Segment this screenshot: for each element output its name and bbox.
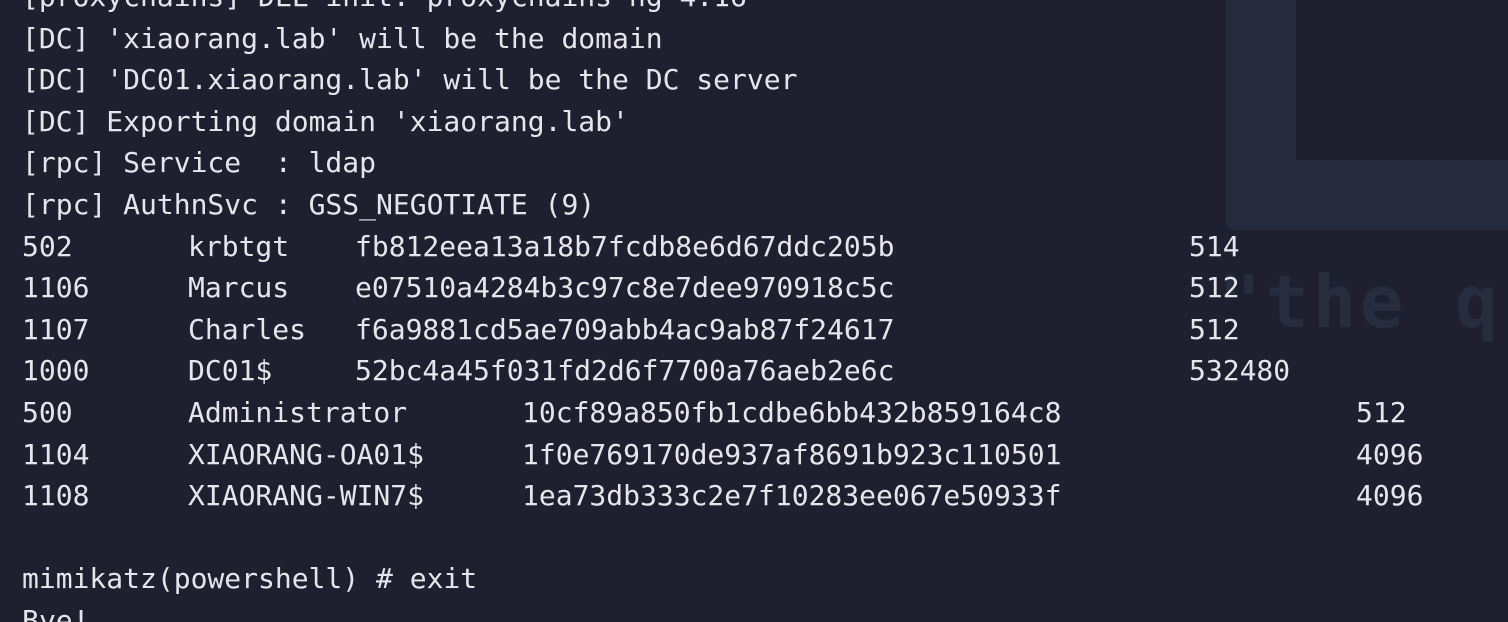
output-line: [DC] 'xiaorang.lab' will be the domain (22, 21, 663, 55)
terminal-output: [proxychains] DLL init: proxychains-ng 4… (22, 0, 1423, 622)
account-rid: 1104 (22, 437, 90, 471)
output-line: [rpc] Service : ldap (22, 146, 377, 180)
watermark-letter-stem (1226, 0, 1296, 230)
account-name: DC01$ (188, 354, 273, 388)
watermark-letter-bar (1226, 160, 1508, 230)
account-rid: 1000 (22, 354, 90, 388)
account-row: 502 krbtgt fb812eea13a18b7fcdb8e6d67ddc2… (22, 226, 1240, 268)
account-row: 1104 XIAORANG-OA01$ 1f0e769170de937af869… (22, 434, 1423, 476)
account-uac: 4096 (1356, 437, 1424, 471)
output-line: Bye! (22, 603, 90, 622)
background-watermark: "the q (1208, 0, 1508, 344)
account-row: 1106 Marcus e07510a4284b3c97c8e7dee97091… (22, 267, 1240, 309)
account-name: Administrator (188, 395, 408, 429)
account-hash: fb812eea13a18b7fcdb8e6d67ddc205b (355, 229, 895, 263)
output-line: [proxychains] DLL init: proxychains-ng 4… (22, 0, 797, 18)
account-uac: 532480 (1189, 354, 1291, 388)
account-rid: 502 (22, 229, 73, 263)
account-uac: 514 (1189, 229, 1240, 263)
account-hash: f6a9881cd5ae709abb4ac9ab87f24617 (355, 312, 895, 346)
terminal-window[interactable]: "the q [proxychains] DLL init: proxychai… (0, 0, 1508, 622)
account-rid: 1108 (22, 479, 90, 513)
watermark-quote: "the q (1218, 260, 1503, 344)
account-hash: 1ea73db333c2e7f10283ee067e50933f (522, 479, 1062, 513)
account-uac: 512 (1189, 271, 1240, 305)
account-name: XIAORANG-WIN7$ (188, 479, 425, 513)
account-hash: 1f0e769170de937af8691b923c110501 (522, 437, 1062, 471)
account-rid: 1106 (22, 271, 90, 305)
account-rid: 1107 (22, 312, 90, 346)
account-uac: 4096 (1356, 479, 1424, 513)
account-uac: 512 (1356, 395, 1407, 429)
account-name: Charles (188, 312, 307, 346)
account-name: krbtgt (188, 229, 290, 263)
account-uac: 512 (1189, 312, 1240, 346)
account-row: 1000 DC01$ 52bc4a45f031fd2d6f7700a76aeb2… (22, 350, 1290, 392)
account-rid: 500 (22, 395, 73, 429)
account-name: XIAORANG-OA01$ (188, 437, 425, 471)
account-hash: 52bc4a45f031fd2d6f7700a76aeb2e6c (355, 354, 895, 388)
account-row: 500 Administrator 10cf89a850fb1cdbe6bb43… (22, 392, 1407, 434)
account-row: 1108 XIAORANG-WIN7$ 1ea73db333c2e7f10283… (22, 475, 1423, 517)
output-line: [rpc] AuthnSvc : GSS_NEGOTIATE (9) (22, 187, 596, 221)
account-row: 1107 Charles f6a9881cd5ae709abb4ac9ab87f… (22, 309, 1240, 351)
account-hash: 10cf89a850fb1cdbe6bb432b859164c8 (522, 395, 1062, 429)
account-hash: e07510a4284b3c97c8e7dee970918c5c (355, 271, 895, 305)
output-line: [DC] 'DC01.xiaorang.lab' will be the DC … (22, 63, 798, 97)
account-name: Marcus (188, 271, 290, 305)
output-line: [DC] Exporting domain 'xiaorang.lab' (22, 104, 629, 138)
command-prompt[interactable]: mimikatz(powershell) # exit (22, 558, 797, 600)
